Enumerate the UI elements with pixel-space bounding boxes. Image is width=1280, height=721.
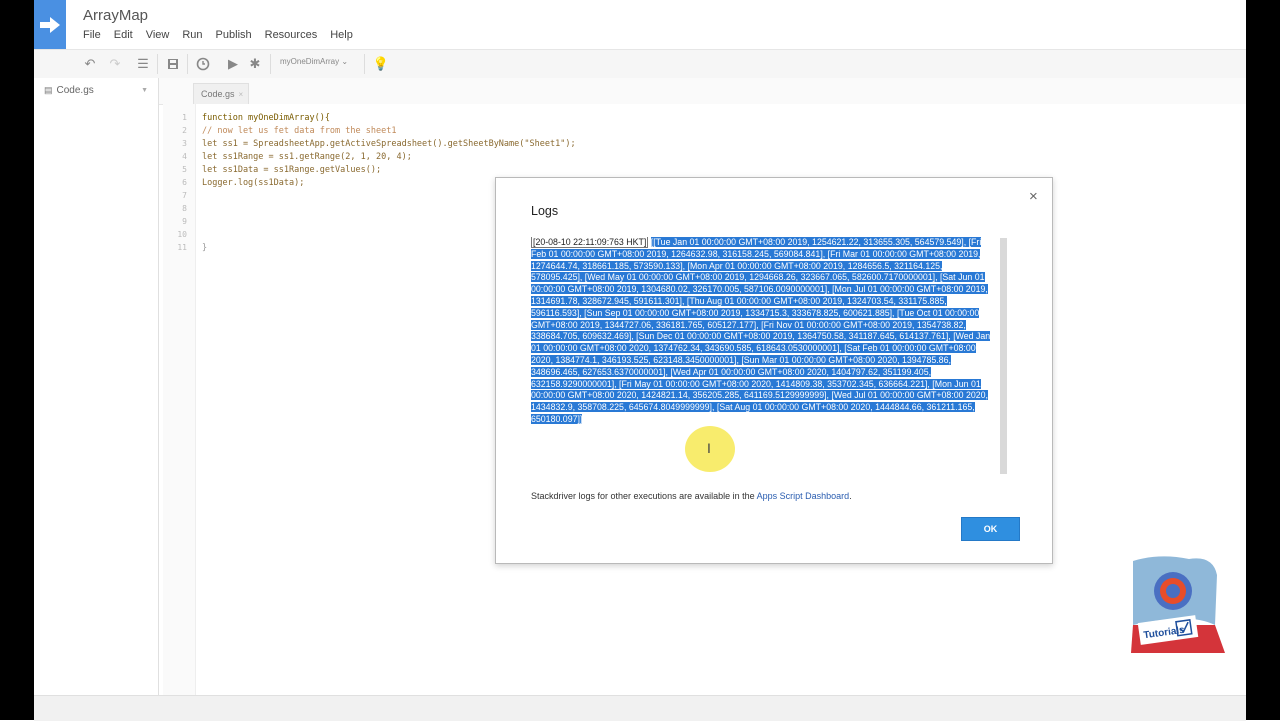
log-output[interactable]: [20-08-10 22:11:09:763 HKT] [[Tue Jan 01…	[531, 237, 1007, 474]
line-number: 7	[182, 191, 187, 200]
menu-publish[interactable]: Publish	[216, 29, 252, 41]
log-timestamp: [20-08-10 22:11:09:763 HKT]	[531, 237, 649, 248]
close-tab-icon[interactable]: ×	[239, 90, 244, 99]
code-line: let ss1Data = ss1Range.getValues();	[202, 165, 382, 175]
apps-script-dashboard-link[interactable]: Apps Script Dashboard	[757, 491, 850, 501]
scrollbar-thumb[interactable]	[1000, 238, 1007, 474]
tab-label: Code.gs	[201, 89, 235, 99]
undo-icon[interactable]: ↶	[80, 54, 100, 74]
line-number: 4	[182, 152, 187, 161]
toolbar-divider	[270, 54, 271, 74]
dialog-footer-text: Stackdriver logs for other executions ar…	[531, 491, 852, 501]
function-select[interactable]: myOneDimArray ⌄	[280, 57, 348, 66]
chevron-down-icon: ⌄	[341, 57, 349, 66]
menu-help[interactable]: Help	[330, 29, 353, 41]
line-number: 8	[182, 204, 187, 213]
line-number: 9	[182, 217, 187, 226]
line-number: 10	[177, 230, 187, 239]
app-header: ArrayMap File Edit View Run Publish Reso…	[34, 0, 1246, 49]
left-black-border	[0, 0, 34, 720]
apps-script-logo[interactable]	[34, 0, 66, 49]
document-icon: ▤	[44, 85, 53, 95]
dropdown-arrow-icon[interactable]: ▼	[141, 87, 148, 94]
code-comment-line: // now let us fet data from the sheet1	[202, 126, 397, 136]
project-title[interactable]: ArrayMap	[83, 7, 148, 24]
line-number: 3	[182, 139, 187, 148]
code-line: Logger.log(ss1Data);	[202, 178, 305, 188]
arrow-right-icon	[40, 16, 60, 33]
menu-edit[interactable]: Edit	[114, 29, 133, 41]
editor-tab-bar: Code.gs ×	[159, 78, 1246, 105]
indent-icon[interactable]: ☰	[133, 54, 153, 74]
menu-file[interactable]: File	[83, 29, 101, 41]
run-play-icon[interactable]: ▶	[223, 54, 243, 74]
footer-prefix: Stackdriver logs for other executions ar…	[531, 491, 757, 501]
code-line: let ss1Range = ss1.getRange(2, 1, 20, 4)…	[202, 152, 412, 162]
tab-code-gs[interactable]: Code.gs ×	[193, 83, 249, 105]
triggers-clock-icon[interactable]	[193, 54, 213, 74]
menu-resources[interactable]: Resources	[265, 29, 318, 41]
toolbar: ↶ ↷ ☰ ▶ ✱ myOneDimArray ⌄ 💡	[34, 49, 1246, 79]
right-black-border	[1246, 0, 1280, 720]
toolbar-divider	[157, 54, 158, 74]
toolbar-divider	[187, 54, 188, 74]
menu-view[interactable]: View	[146, 29, 170, 41]
line-number: 1	[182, 113, 187, 122]
code-line: let ss1 = SpreadsheetApp.getActiveSpread…	[202, 139, 576, 149]
clock-icon	[196, 57, 210, 71]
log-text: [20-08-10 22:11:09:763 HKT] [[Tue Jan 01…	[531, 237, 991, 426]
status-bar	[34, 695, 1246, 721]
toolbar-divider	[364, 54, 365, 74]
debug-bug-icon[interactable]: ✱	[245, 54, 265, 74]
close-icon[interactable]: ×	[1029, 188, 1038, 205]
ok-button[interactable]: OK	[961, 517, 1020, 541]
log-content-selected: [[Tue Jan 01 00:00:00 GMT+08:00 2019, 12…	[531, 237, 991, 424]
line-number: 5	[182, 165, 187, 174]
menu-bar: File Edit View Run Publish Resources Hel…	[83, 29, 366, 41]
file-name: Code.gs	[56, 85, 94, 96]
code-line: }	[202, 243, 208, 253]
logs-dialog: × Logs [20-08-10 22:11:09:763 HKT] [[Tue…	[495, 177, 1053, 564]
lightbulb-icon[interactable]: 💡	[371, 54, 391, 74]
save-icon[interactable]	[163, 54, 183, 74]
line-number: 2	[182, 126, 187, 135]
footer-suffix: .	[849, 491, 852, 501]
line-number-gutter: 1 2 3 4 5 6 7 8 9 10 11	[163, 104, 196, 695]
tutorials-logo-badge: Tutorials	[1129, 555, 1227, 655]
file-panel: ▤ Code.gs ▼	[34, 78, 159, 695]
text-cursor-icon: I	[707, 440, 711, 456]
code-line: function myOneDimArray(){	[202, 113, 330, 123]
function-select-value: myOneDimArray	[280, 57, 340, 66]
redo-icon[interactable]: ↷	[105, 54, 125, 74]
floppy-disk-icon	[168, 59, 178, 69]
line-number: 6	[182, 178, 187, 187]
menu-run[interactable]: Run	[182, 29, 202, 41]
file-item-code-gs[interactable]: ▤ Code.gs ▼	[44, 85, 148, 96]
dialog-title: Logs	[531, 204, 559, 218]
tutorials-logo-icon: Tutorials	[1131, 556, 1225, 653]
line-number: 11	[177, 243, 187, 252]
